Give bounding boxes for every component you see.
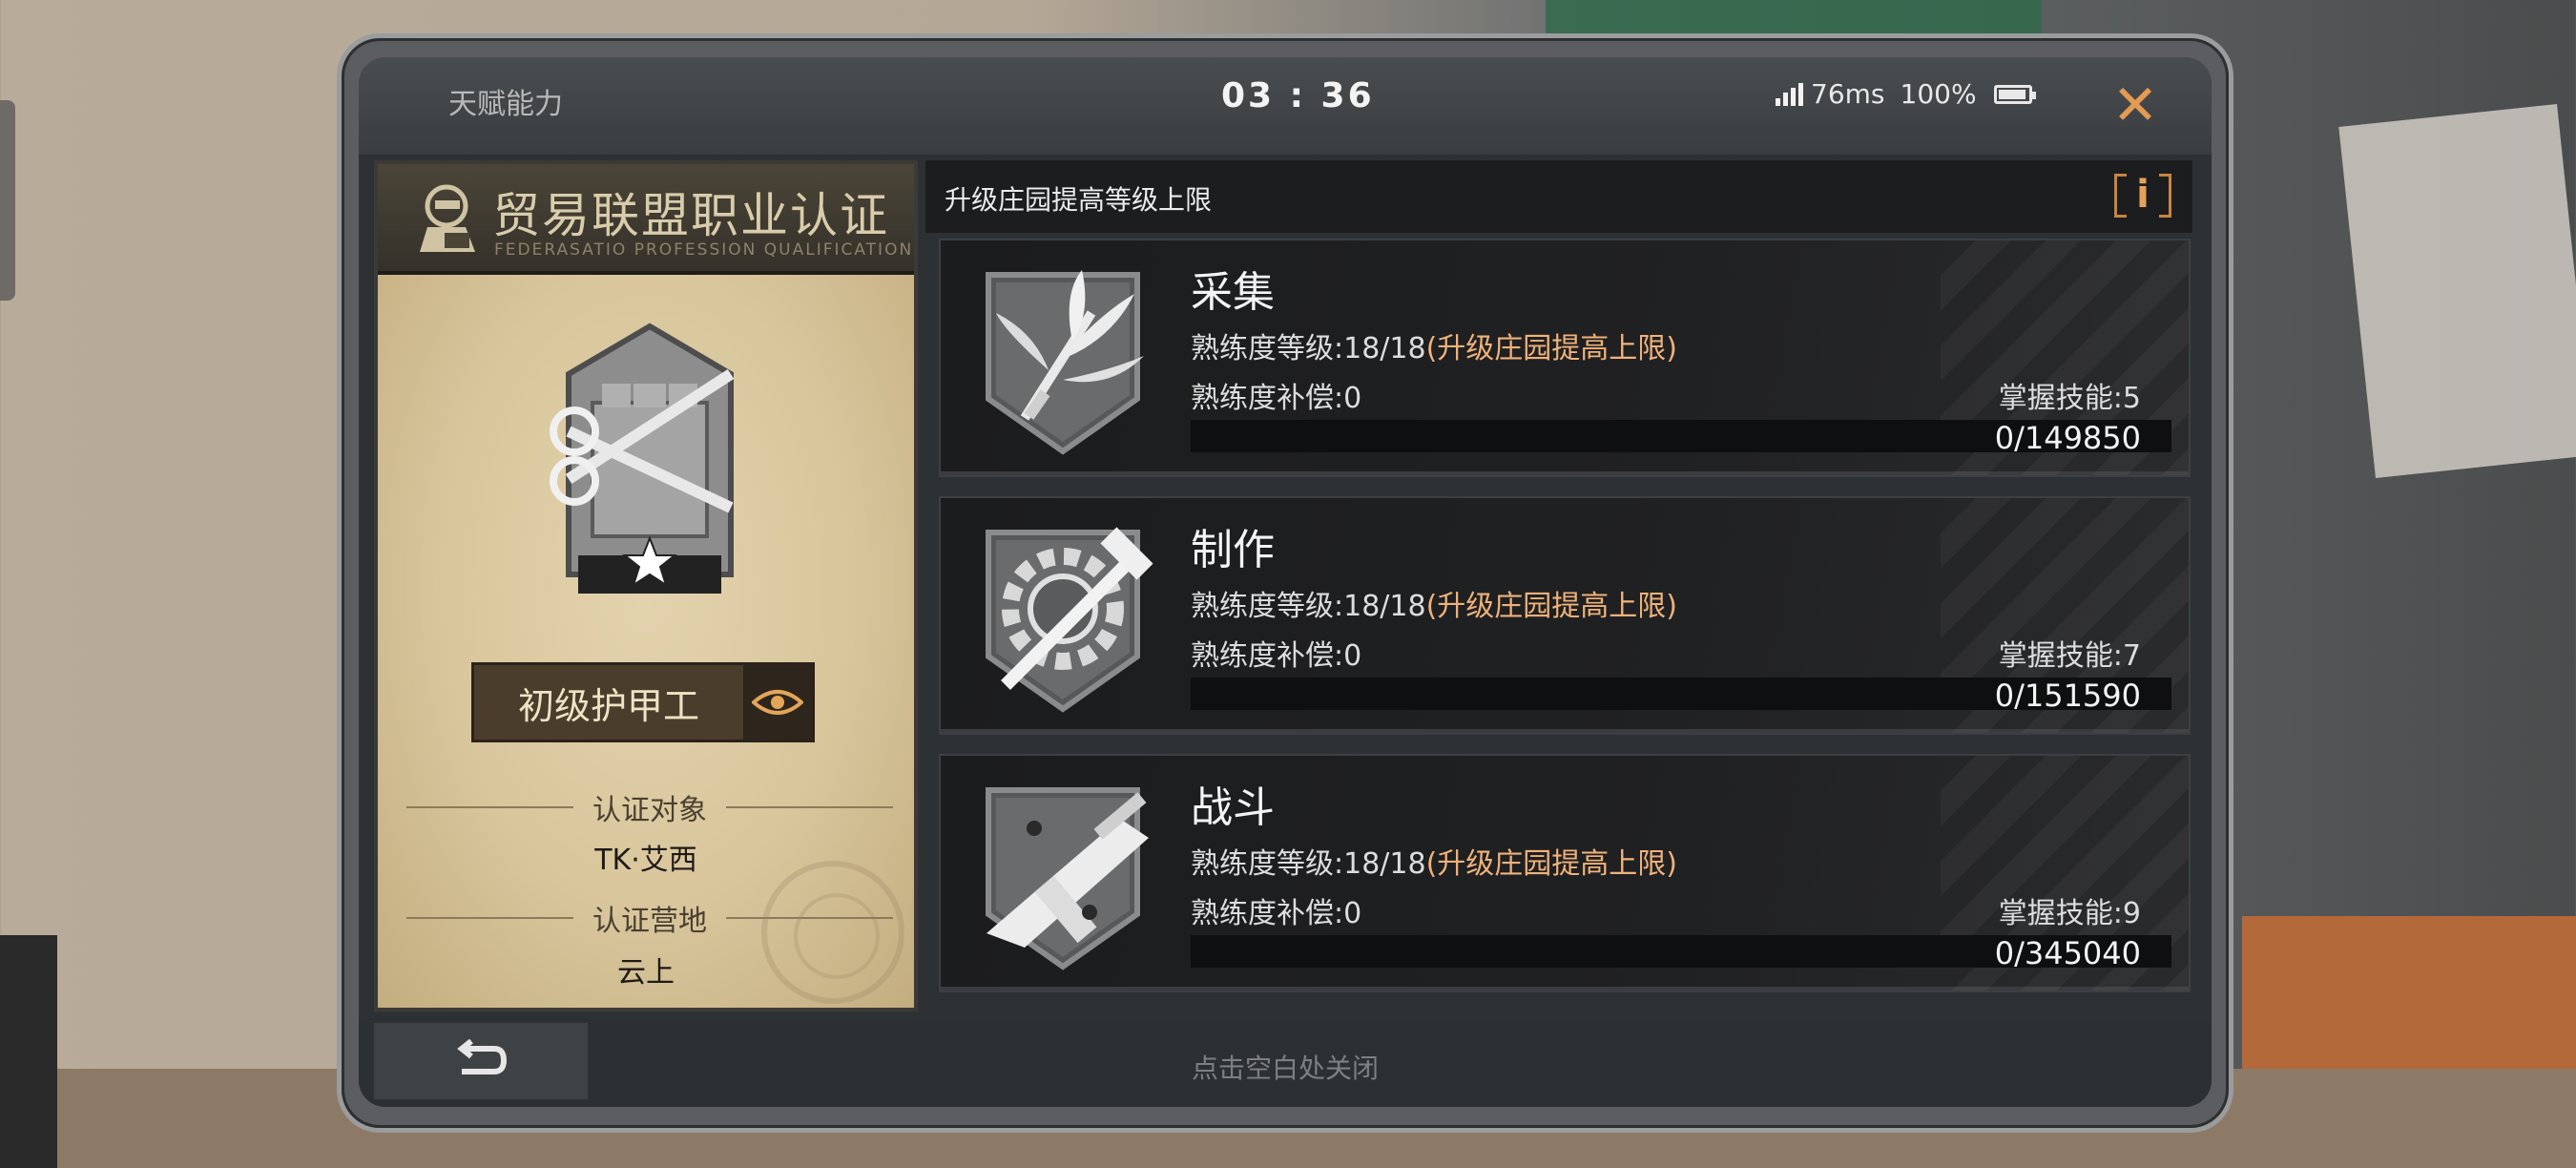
leaves-icon	[986, 270, 1144, 455]
skill-progress-text: 0/149850	[1994, 420, 2141, 456]
battery-icon	[1993, 84, 2036, 104]
background-decor	[1546, 0, 2042, 38]
signal-icon	[1776, 82, 1803, 106]
federation-logo-icon	[420, 184, 475, 252]
hammer-gear-icon	[986, 527, 1153, 713]
skill-mastery: 掌握技能:5	[1998, 382, 2141, 415]
skill-level: 熟练度等级:18/18(升级庄园提高上限)	[1191, 847, 1677, 881]
battery-text: 100%	[1900, 78, 1977, 110]
status-area: 76ms 100%	[1776, 78, 2036, 110]
certificate-subtitle: FEDERASATIO PROFESSION QUALIFICATION	[494, 240, 914, 260]
camp-label: 认证营地	[592, 905, 707, 938]
skill-row-gathering[interactable]: 采集 熟练度等级:18/18(升级庄园提高上限) 熟练度补偿:0 掌握技能:5 …	[939, 239, 2191, 477]
skill-compensation: 熟练度补偿:0	[1191, 382, 1362, 415]
bottom-bar[interactable]: 点击空白处关闭	[359, 1019, 2212, 1107]
skill-compensation: 熟练度补偿:0	[1191, 639, 1362, 673]
skill-row-combat[interactable]: 战斗 熟练度等级:18/18(升级庄园提高上限) 熟练度补偿:0 掌握技能:9 …	[939, 754, 2191, 992]
skill-name: 采集	[1191, 268, 1275, 317]
top-bar: 天赋能力 03 : 36 76ms 100% ✕	[359, 57, 2212, 155]
skill-name: 战斗	[1191, 783, 1275, 832]
panel-header: 升级庄园提高等级上限 i	[925, 160, 2192, 233]
skill-mastery: 掌握技能:7	[1998, 639, 2141, 673]
skill-level: 熟练度等级:18/18(升级庄园提高上限)	[1191, 332, 1677, 365]
rank-name: 初级护甲工	[517, 684, 699, 727]
certificate-header: 贸易联盟职业认证 FEDERASATIO PROFESSION QUALIFIC…	[378, 164, 914, 275]
target-divider: 认证对象	[406, 786, 893, 828]
rank-title-box: 初级护甲工	[471, 662, 815, 742]
window-title: 天赋能力	[448, 88, 563, 121]
talent-window: 天赋能力 03 : 36 76ms 100% ✕ 贸易联盟职业认证 FEDERA…	[359, 57, 2212, 1107]
certificate-card: 贸易联盟职业认证 FEDERASATIO PROFESSION QUALIFIC…	[374, 160, 918, 1012]
skill-compensation: 熟练度补偿:0	[1191, 897, 1362, 930]
armorer-badge-icon	[550, 323, 735, 594]
skill-row-crafting[interactable]: 制作 熟练度等级:18/18(升级庄园提高上限) 熟练度补偿:0 掌握技能:7 …	[939, 496, 2191, 735]
info-icon[interactable]: i	[2114, 168, 2171, 223]
skill-mastery: 掌握技能:9	[1998, 897, 2141, 930]
panel-header-text: 升级庄园提高等级上限	[945, 184, 1213, 216]
target-label: 认证对象	[592, 794, 707, 827]
background-decor	[0, 935, 57, 1168]
skill-progress-text: 0/345040	[1994, 935, 2141, 971]
clock: 03 : 36	[1221, 76, 1375, 115]
side-tab[interactable]	[0, 100, 15, 301]
skill-name: 制作	[1191, 526, 1275, 574]
close-hint-text: 点击空白处关闭	[1191, 1053, 1379, 1084]
ping-text: 76ms	[1811, 78, 1885, 110]
seal-stamp	[761, 861, 904, 1004]
close-icon[interactable]: ✕	[2097, 71, 2173, 141]
submachine-gun-icon	[986, 787, 1149, 970]
background-decor	[2338, 103, 2576, 479]
skill-level: 熟练度等级:18/18(升级庄园提高上限)	[1191, 590, 1677, 623]
skill-progress-text: 0/151590	[1994, 678, 2141, 714]
certificate-title: 贸易联盟职业认证	[492, 188, 889, 243]
eye-icon[interactable]	[743, 665, 812, 740]
